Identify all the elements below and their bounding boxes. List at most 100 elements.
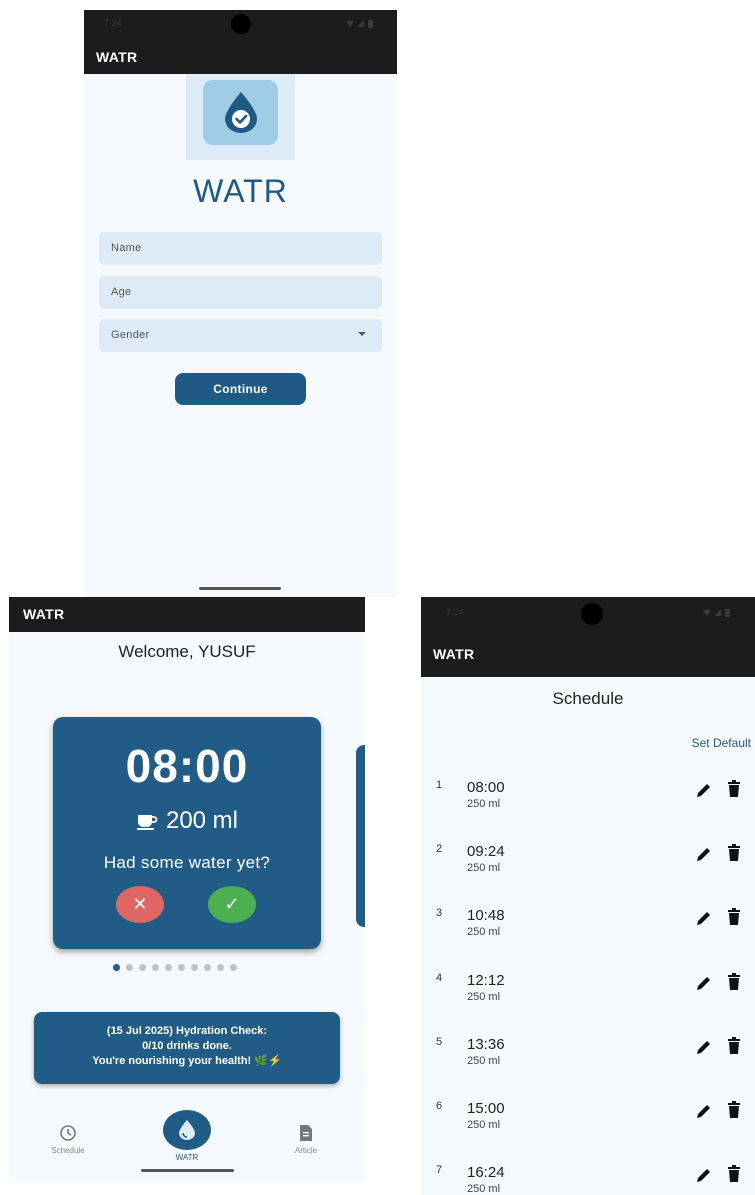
nav-watr-label: WATR	[175, 1153, 199, 1162]
nav-article-label: Article	[294, 1146, 318, 1155]
app-title: WATR	[433, 646, 475, 662]
row-time: 08:00	[467, 779, 505, 796]
app-title: WATR	[23, 606, 65, 622]
home-indicator[interactable]	[141, 1169, 234, 1172]
accept-button[interactable]: ✓	[208, 886, 256, 923]
page-indicator	[113, 964, 237, 971]
document-icon	[300, 1125, 312, 1141]
home-indicator[interactable]	[199, 587, 281, 590]
hydration-line-3: You're nourishing your health! 🌿⚡	[92, 1055, 282, 1067]
row-number: 3	[436, 907, 443, 920]
continue-button[interactable]: Continue	[175, 373, 306, 405]
edit-icon[interactable]	[695, 974, 713, 997]
delete-icon[interactable]	[727, 972, 741, 996]
reminder-question: Had some water yet?	[103, 853, 271, 872]
page-dot[interactable]	[191, 964, 198, 971]
water-drop-check-icon	[225, 92, 257, 133]
row-amount: 250 ml	[467, 926, 501, 939]
reminder-card[interactable]: 08:00 200 ml Had some water yet? ✕ ✓	[53, 717, 321, 949]
app-title: WATR	[96, 49, 138, 65]
page-dot[interactable]	[113, 964, 120, 971]
edit-icon[interactable]	[695, 1102, 713, 1125]
edit-icon[interactable]	[695, 909, 713, 932]
schedule-row: 3 10:48 250 ml	[421, 903, 755, 967]
row-time: 13:36	[467, 1035, 505, 1053]
row-number: 1	[436, 779, 443, 791]
bottom-navigation: Schedule WATR Article	[9, 1110, 365, 1182]
decline-button[interactable]: ✕	[116, 886, 164, 923]
schedule-screen: 7:24 WATR Schedule Set Default 1 08:00 250…	[421, 597, 755, 1195]
page-dot[interactable]	[152, 964, 159, 971]
hydration-line-1: (15 Jul 2025) Hydration Check:	[106, 1025, 268, 1037]
delete-icon[interactable]	[727, 908, 741, 931]
status-time: 7:24	[446, 607, 464, 617]
page-dot[interactable]	[165, 964, 172, 971]
cup-icon	[136, 815, 158, 830]
delete-icon[interactable]	[727, 1165, 741, 1188]
app-bar: WATR	[421, 631, 755, 677]
row-amount: 250 ml	[467, 1183, 501, 1195]
next-reminder-card[interactable]	[356, 745, 365, 927]
brand-title: WATR	[193, 173, 288, 209]
page-dot[interactable]	[204, 964, 211, 971]
camera-cutout	[231, 14, 251, 34]
hydration-summary: (15 Jul 2025) Hydration Check: 0/10 drin…	[34, 1012, 340, 1084]
delete-icon[interactable]	[727, 1101, 741, 1124]
row-time: 09:24	[467, 843, 505, 861]
row-number: 5	[436, 1035, 443, 1048]
row-number: 6	[436, 1100, 443, 1112]
delete-icon[interactable]	[727, 844, 741, 867]
dropdown-arrow-icon	[358, 332, 366, 336]
edit-icon[interactable]	[695, 1038, 713, 1061]
status-bar: 7:24	[421, 597, 755, 631]
page-dot[interactable]	[178, 964, 185, 971]
page-dot[interactable]	[217, 964, 224, 971]
row-time: 12:12	[467, 971, 505, 989]
gender-dropdown-placeholder: Gender	[111, 329, 150, 341]
signal-battery-icon	[346, 20, 373, 28]
schedule-row: 5 13:36 250 ml	[421, 1032, 755, 1096]
delete-icon[interactable]	[727, 1036, 741, 1060]
nav-article[interactable]: Article	[276, 1124, 336, 1155]
page-dot[interactable]	[126, 964, 133, 971]
name-field-placeholder: Name	[111, 242, 142, 254]
register-screen: 7:24 WATR WATR Name Age Gender Continue	[84, 10, 397, 597]
app-bar: WATR	[9, 597, 365, 632]
row-number: 2	[436, 843, 443, 856]
set-default-button[interactable]: Set Default	[692, 736, 751, 750]
logo-tile	[203, 80, 278, 145]
name-field[interactable]: Name	[99, 232, 382, 265]
camera-cutout	[581, 603, 603, 625]
schedule-title: Schedule	[552, 689, 624, 708]
row-time: 16:24	[467, 1164, 505, 1182]
schedule-row: 2 09:24 250 ml	[421, 839, 755, 903]
reminder-amount-text: 200 ml	[165, 807, 239, 834]
edit-icon[interactable]	[695, 845, 713, 868]
reminder-time: 08:00	[125, 740, 249, 792]
schedule-row: 4 12:12 250 ml	[421, 968, 755, 1032]
delete-icon[interactable]	[727, 780, 741, 803]
row-number: 7	[436, 1164, 443, 1177]
clock-icon	[60, 1125, 76, 1141]
check-icon: ✓	[224, 894, 240, 914]
edit-icon[interactable]	[695, 1166, 713, 1189]
reminder-amount: 200 ml	[53, 807, 321, 835]
nav-schedule-label: Schedule	[51, 1146, 85, 1155]
nav-watr[interactable]	[163, 1110, 211, 1150]
water-drop-icon	[179, 1120, 195, 1140]
nav-schedule[interactable]: Schedule	[38, 1124, 98, 1155]
hydration-line-2: 0/10 drinks done.	[142, 1040, 232, 1052]
page-dot[interactable]	[230, 964, 237, 971]
gender-dropdown[interactable]: Gender	[99, 319, 382, 352]
schedule-row: 7 16:24 250 ml	[421, 1160, 755, 1195]
app-bar: WATR	[84, 38, 397, 74]
page-dot[interactable]	[139, 964, 146, 971]
row-number: 4	[436, 971, 443, 984]
close-icon: ✕	[132, 894, 148, 914]
row-amount: 250 ml	[467, 798, 501, 810]
row-amount: 250 ml	[467, 1119, 501, 1131]
edit-icon[interactable]	[695, 781, 713, 804]
schedule-row: 6 15:00 250 ml	[421, 1096, 755, 1160]
status-bar: 7:24	[84, 10, 397, 38]
age-field[interactable]: Age	[99, 276, 382, 309]
